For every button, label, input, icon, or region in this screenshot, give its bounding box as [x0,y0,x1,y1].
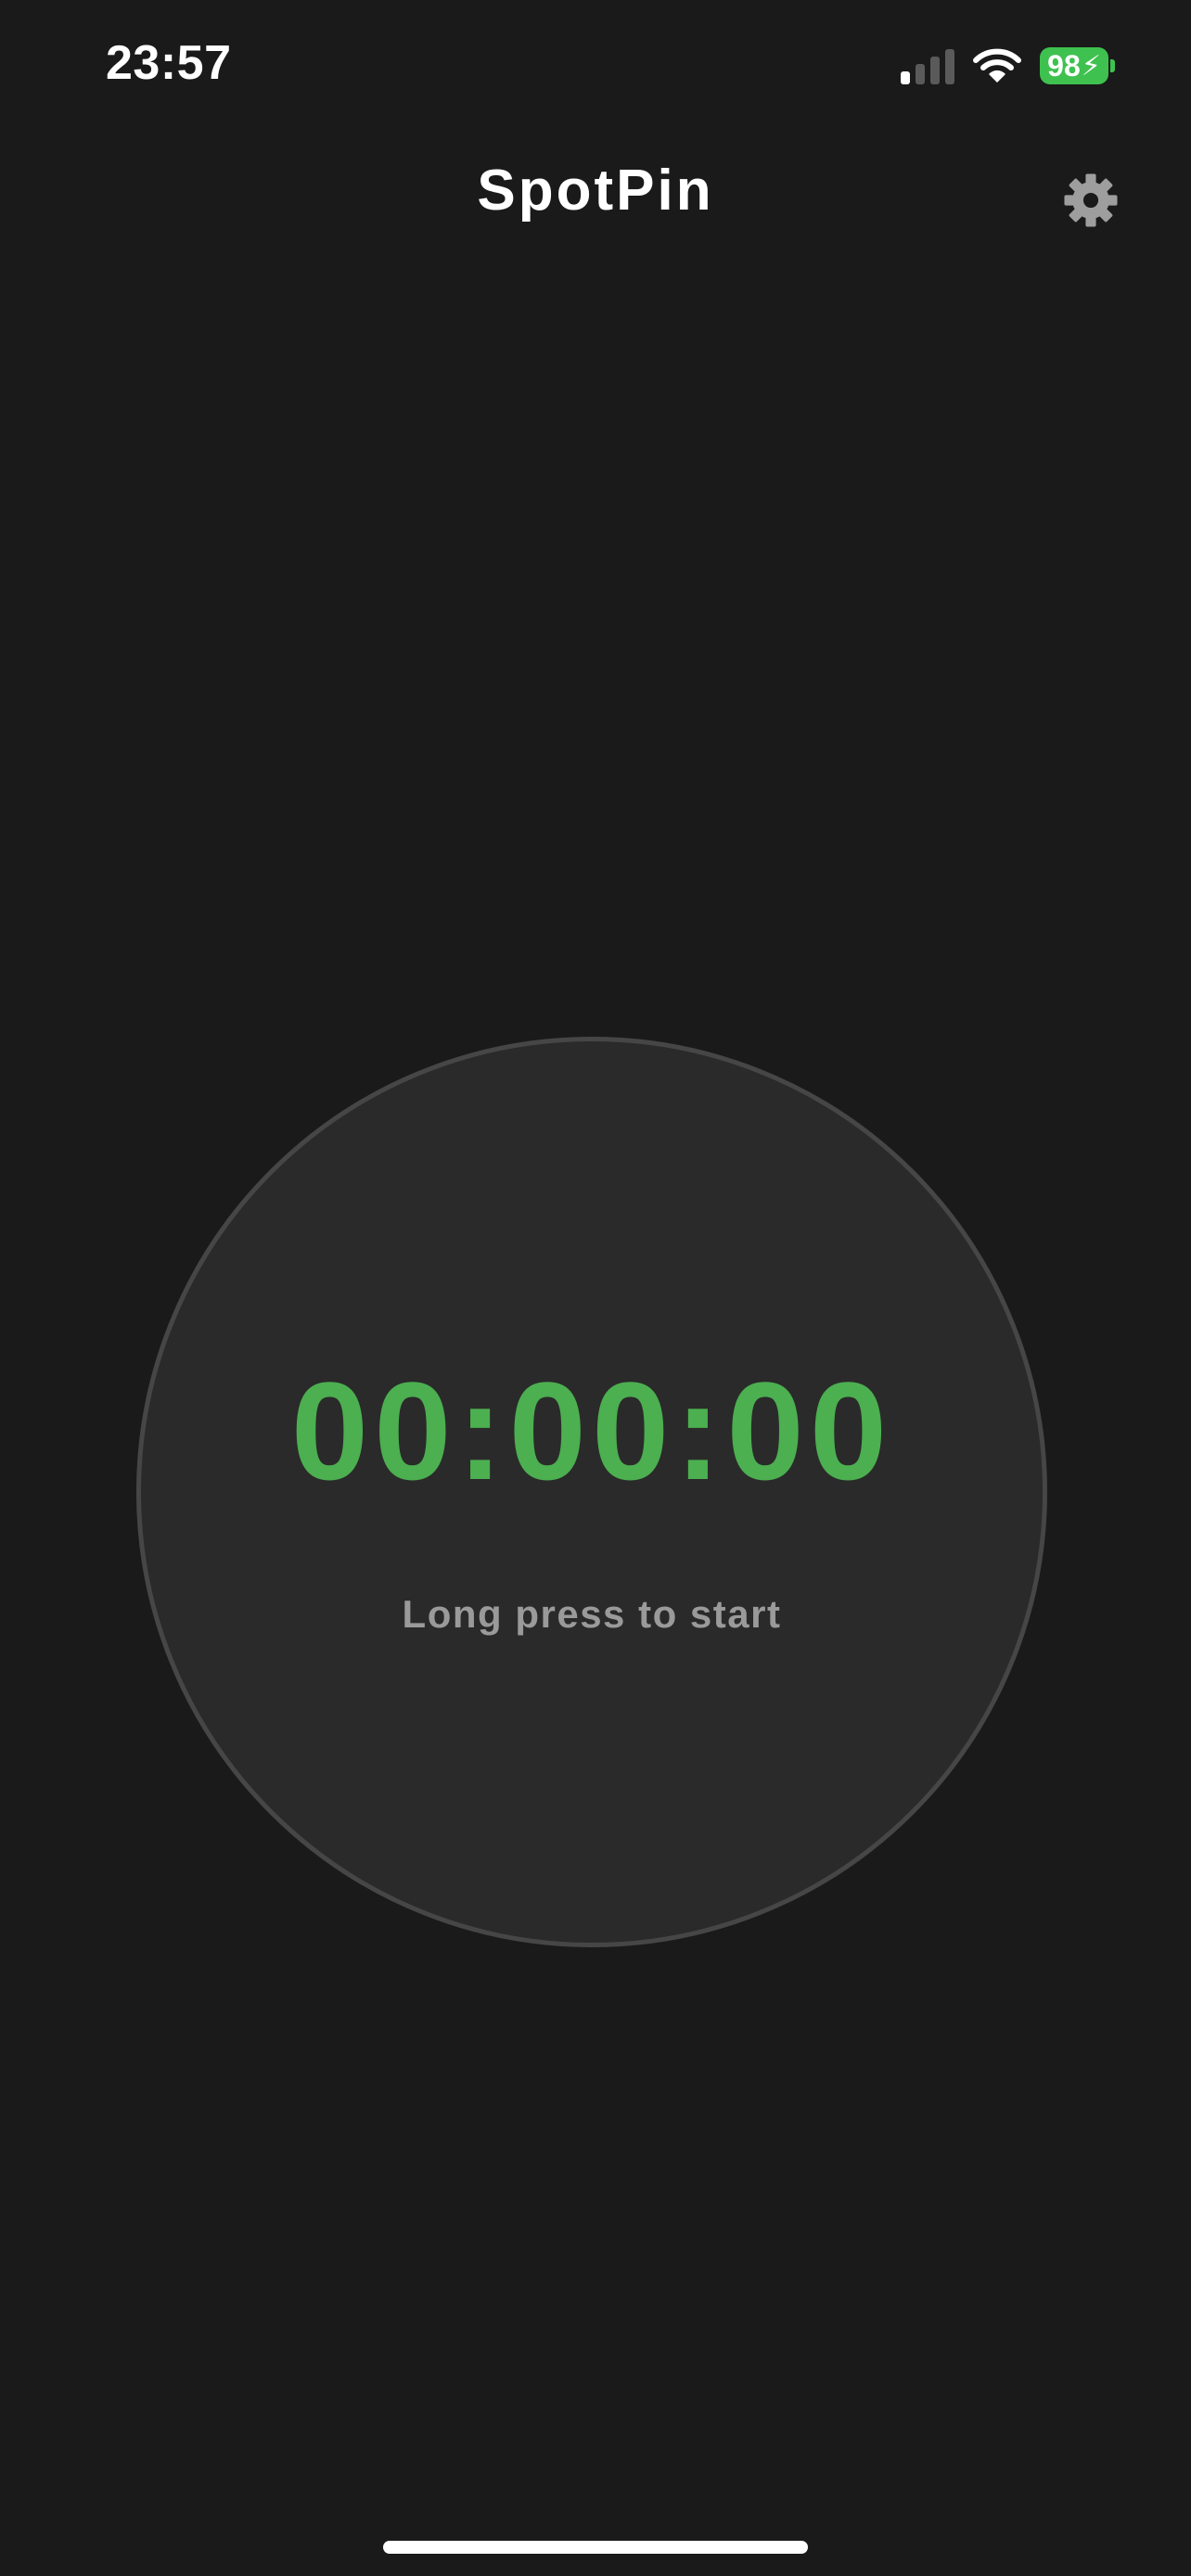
battery-percent: 98 [1047,48,1081,83]
app-title: SpotPin [477,159,714,223]
status-bar: 23:57 98 ⚡ [0,0,1191,139]
settings-button[interactable] [1059,169,1122,232]
status-time: 23:57 [106,36,232,90]
battery-icon: 98 ⚡ [1040,47,1115,84]
charging-bolt-icon: ⚡ [1081,50,1101,82]
wifi-icon [973,47,1021,84]
timer-hint: Long press to start [402,1592,782,1636]
home-indicator[interactable] [383,2541,808,2554]
cellular-signal-icon [901,47,954,84]
status-icons: 98 ⚡ [901,43,1115,89]
gear-icon [1064,173,1118,227]
timer-display: 00:00:00 [290,1353,893,1509]
timer-start-button[interactable]: 00:00:00 Long press to start [136,1037,1047,1947]
